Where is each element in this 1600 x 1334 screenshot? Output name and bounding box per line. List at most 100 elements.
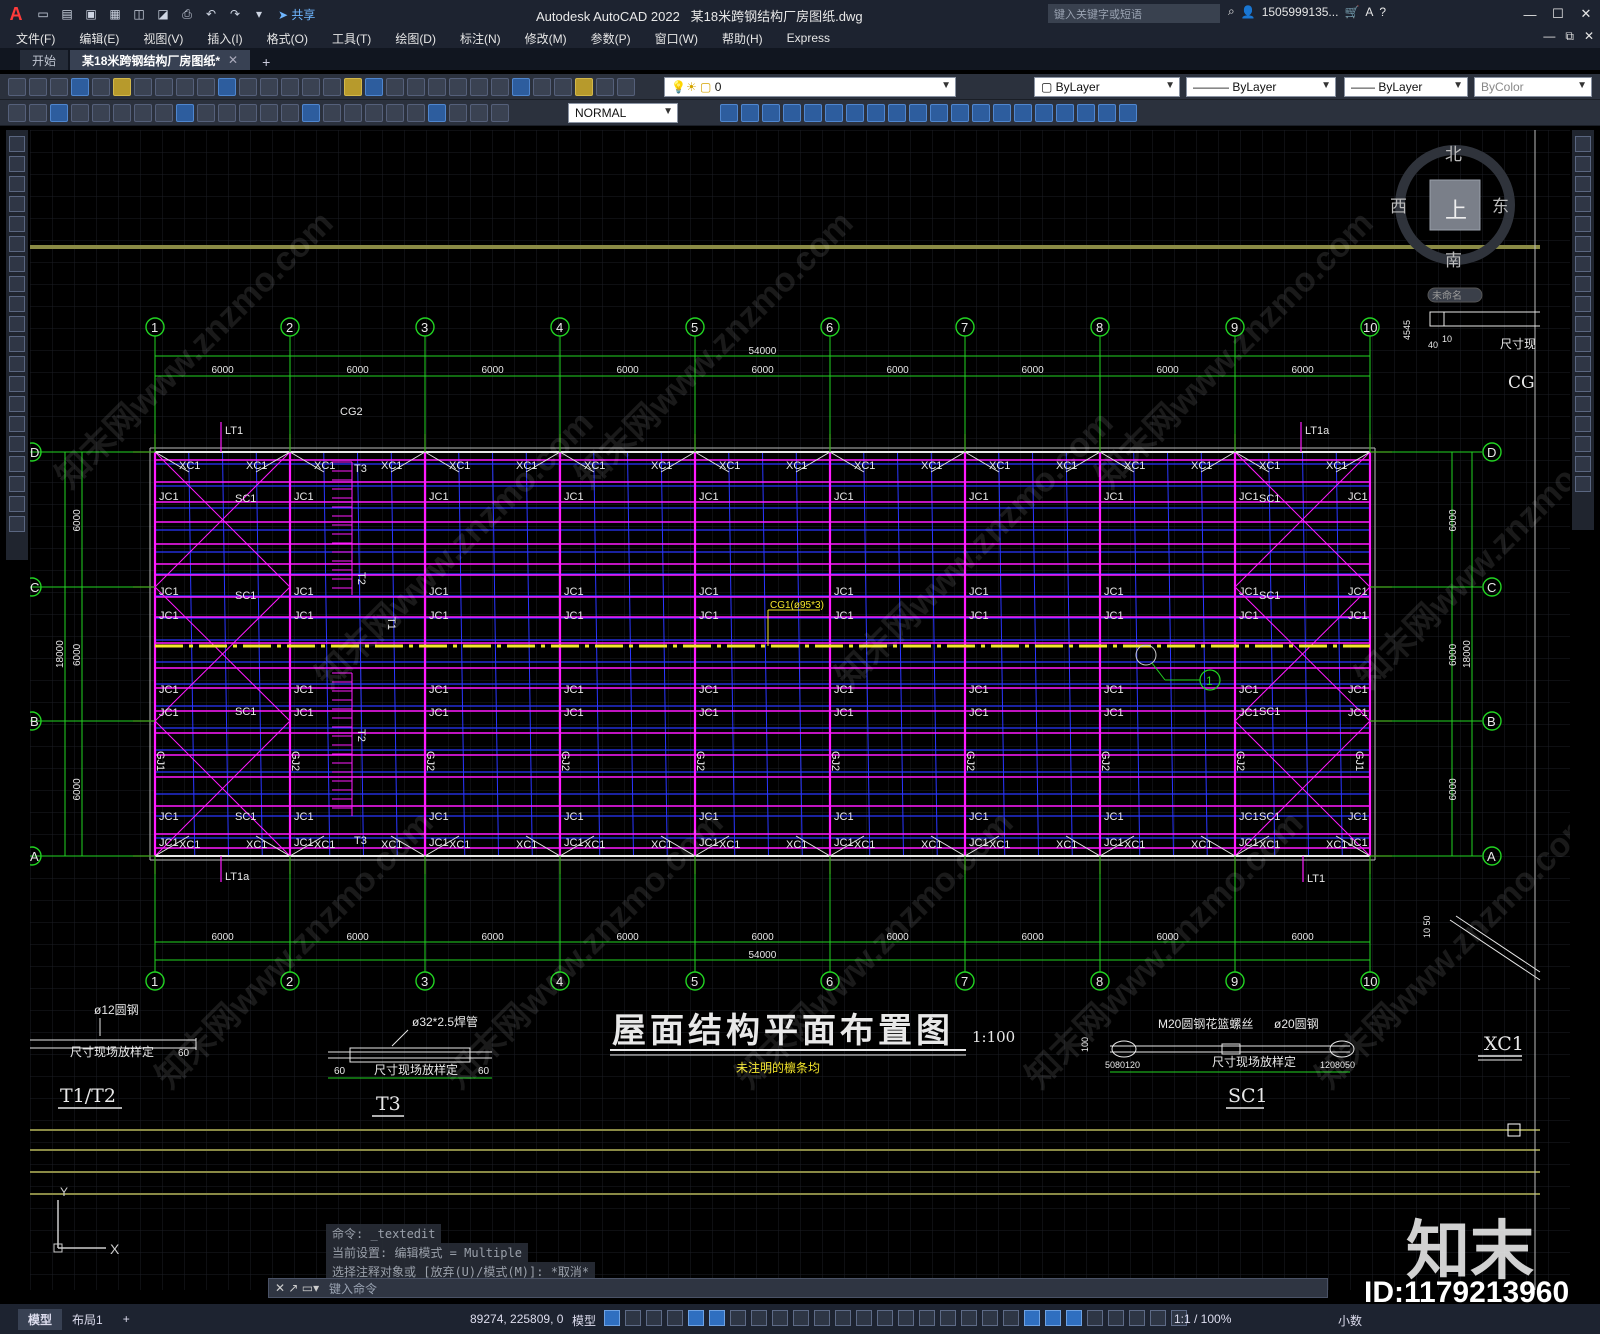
tool-icon[interactable] <box>176 77 194 96</box>
tool-icon[interactable] <box>113 77 131 96</box>
modify-tool-icon[interactable] <box>1575 396 1591 412</box>
draw-tool-icon[interactable] <box>9 456 25 472</box>
minimize-doc-icon[interactable]: — <box>1543 29 1555 44</box>
modify-tool-icon[interactable] <box>720 104 738 122</box>
modify-tool-icon[interactable] <box>846 104 864 122</box>
status-toggle-icon[interactable] <box>1129 1310 1145 1326</box>
modify-tool-icon[interactable] <box>1575 376 1591 392</box>
modify-tool-icon[interactable] <box>1575 196 1591 212</box>
tool-icon[interactable] <box>134 77 152 96</box>
menu-item[interactable]: Express <box>775 31 842 45</box>
tab-drawing[interactable]: 某18米跨钢结构厂房图纸* ✕ <box>70 50 251 70</box>
dim-tool-icon[interactable] <box>71 103 89 122</box>
close-doc-icon[interactable]: ✕ <box>1584 29 1594 44</box>
tool-icon[interactable] <box>260 77 278 96</box>
dim-tool-icon[interactable] <box>239 103 257 122</box>
status-toggle-icon[interactable] <box>856 1310 872 1326</box>
dim-tool-icon[interactable] <box>197 103 215 122</box>
tool-icon[interactable] <box>491 77 509 96</box>
tool-icon[interactable] <box>71 77 89 96</box>
draw-tool-icon[interactable] <box>9 436 25 452</box>
modify-tool-icon[interactable] <box>1575 356 1591 372</box>
status-toggle-icon[interactable] <box>1045 1310 1061 1326</box>
menu-item[interactable]: 绘图(D) <box>383 30 448 47</box>
modify-tool-icon[interactable] <box>1575 316 1591 332</box>
modify-tool-icon[interactable] <box>930 104 948 122</box>
modify-tool-icon[interactable] <box>1014 104 1032 122</box>
status-toggle-icon[interactable] <box>982 1310 998 1326</box>
restore-doc-icon[interactable]: ⧉ <box>1565 29 1574 44</box>
web-save-icon[interactable]: ◪ <box>154 6 172 22</box>
draw-tool-icon[interactable] <box>9 376 25 392</box>
model-space-button[interactable]: 模型 <box>572 1312 596 1329</box>
status-toggle-icon[interactable] <box>772 1310 788 1326</box>
new-tab-button[interactable]: + <box>252 54 280 70</box>
modify-tool-icon[interactable] <box>1077 104 1095 122</box>
cart-icon[interactable]: 🛒 <box>1344 5 1359 19</box>
tab-layout1[interactable]: 布局1 <box>62 1309 113 1330</box>
tool-icon[interactable] <box>596 77 614 96</box>
modify-tool-icon[interactable] <box>951 104 969 122</box>
modify-tool-icon[interactable] <box>867 104 885 122</box>
tool-icon[interactable] <box>8 77 26 96</box>
modify-tool-icon[interactable] <box>1575 156 1591 172</box>
draw-tool-icon[interactable] <box>9 396 25 412</box>
layer-dropdown[interactable]: 💡☀ ▢ 0 ▼ <box>664 77 956 97</box>
dim-tool-icon[interactable] <box>218 103 236 122</box>
dim-tool-icon[interactable] <box>407 103 425 122</box>
status-toggle-icon[interactable] <box>604 1310 620 1326</box>
dim-tool-icon[interactable] <box>470 103 488 122</box>
status-toggle-icon[interactable] <box>1003 1310 1019 1326</box>
dim-tool-icon[interactable] <box>428 103 446 122</box>
tool-icon[interactable] <box>50 77 68 96</box>
status-toggle-icon[interactable] <box>793 1310 809 1326</box>
coordinate-readout[interactable]: 89274, 225809, 0 <box>470 1312 563 1326</box>
menu-item[interactable]: 工具(T) <box>320 30 383 47</box>
modify-tool-icon[interactable] <box>825 104 843 122</box>
status-toggle-icon[interactable] <box>1108 1310 1124 1326</box>
qat-menu-icon[interactable]: ▾ <box>250 6 268 22</box>
draw-tool-icon[interactable] <box>9 136 25 152</box>
autocad-logo-icon[interactable]: A <box>4 4 28 25</box>
color-dropdown[interactable]: ▢ ByLayer ▼ <box>1034 77 1180 97</box>
draw-tool-icon[interactable] <box>9 476 25 492</box>
dim-tool-icon[interactable] <box>344 103 362 122</box>
modify-tool-icon[interactable] <box>909 104 927 122</box>
tool-icon[interactable] <box>575 77 593 96</box>
menu-item[interactable]: 标注(N) <box>448 30 513 47</box>
status-toggle-icon[interactable] <box>919 1310 935 1326</box>
plot-icon[interactable]: ⎙ <box>178 6 196 22</box>
draw-tool-icon[interactable] <box>9 356 25 372</box>
status-toggle-icon[interactable] <box>1066 1310 1082 1326</box>
drawing-canvas[interactable]: CG1(ø95*3) XC1 XC1 XC1 XC1 XC1 XC1 XC1 XC1 XC1 XC1… <box>30 130 1570 1290</box>
tool-icon[interactable] <box>323 77 341 96</box>
menu-item[interactable]: 修改(M) <box>513 30 579 47</box>
tool-icon[interactable] <box>281 77 299 96</box>
menu-item[interactable]: 参数(P) <box>579 30 643 47</box>
new-file-icon[interactable]: ▭ <box>34 6 52 22</box>
draw-tool-icon[interactable] <box>9 336 25 352</box>
modify-tool-icon[interactable] <box>1575 176 1591 192</box>
modify-tool-icon[interactable] <box>1575 336 1591 352</box>
modify-tool-icon[interactable] <box>1575 436 1591 452</box>
tab-model[interactable]: 模型 <box>18 1308 63 1330</box>
maximize-icon[interactable]: ☐ <box>1544 0 1572 28</box>
tab-close-icon[interactable]: ✕ <box>228 53 238 67</box>
annotation-scale[interactable]: 1:1 / 100% <box>1174 1312 1231 1326</box>
status-toggle-icon[interactable] <box>667 1310 683 1326</box>
status-toggle-icon[interactable] <box>730 1310 746 1326</box>
status-toggle-icon[interactable] <box>961 1310 977 1326</box>
modify-tool-icon[interactable] <box>804 104 822 122</box>
command-line[interactable]: ✕ ↗ ▭▾ 键入命令 <box>268 1278 1328 1298</box>
menu-item[interactable]: 编辑(E) <box>67 30 131 47</box>
open-file-icon[interactable]: ▤ <box>58 6 76 22</box>
minimize-icon[interactable]: — <box>1516 0 1544 28</box>
dim-tool-icon[interactable] <box>323 103 341 122</box>
dim-tool-icon[interactable] <box>113 103 131 122</box>
linetype-dropdown[interactable]: ——— ByLayer ▼ <box>1186 77 1336 97</box>
modify-tool-icon[interactable] <box>1575 236 1591 252</box>
draw-tool-icon[interactable] <box>9 296 25 312</box>
modify-tool-icon[interactable] <box>972 104 990 122</box>
modify-tool-icon[interactable] <box>1575 276 1591 292</box>
modify-tool-icon[interactable] <box>888 104 906 122</box>
